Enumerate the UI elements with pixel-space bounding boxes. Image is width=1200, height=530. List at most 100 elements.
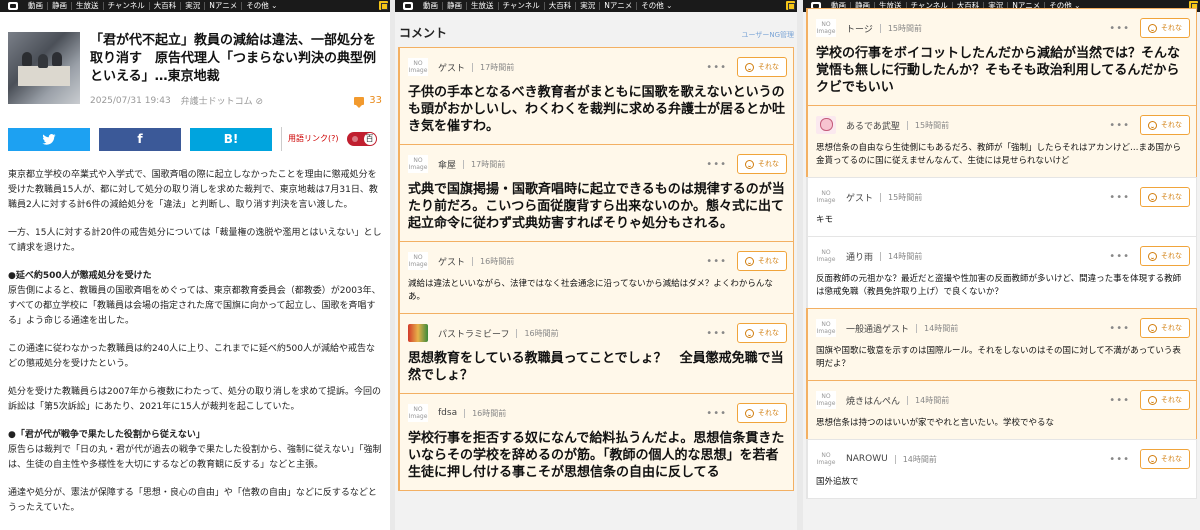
comment-text: 思想信条の自由なら生徒側にもあるだろ、教師が「強制」したらそれはアカンけど…まあ… [816,143,1181,166]
nav-item-seiga[interactable]: 静画 [48,2,72,10]
nav-item-dic[interactable]: 大百科 [150,2,182,10]
comments-panel-continued: 動画 静画 生放送 チャンネル 大百科 実況 Nアニメ その他 ⌄ NO Ima… [803,0,1200,530]
sorena-button[interactable]: それな [1140,115,1190,135]
sorena-button[interactable]: それな [737,403,787,423]
more-options-icon[interactable]: ••• [1109,323,1130,334]
more-options-icon[interactable]: ••• [1109,192,1130,203]
sorena-button[interactable]: それな [737,323,787,343]
comment-divider [464,408,466,418]
nav-item-jikkyo[interactable]: 実況 [576,2,601,10]
smile-icon [745,159,754,169]
user-ng-settings-link[interactable]: ユーザーNG管理 [741,30,794,40]
comment-text: 式典で国旗掲揚・国歌斉唱時に起立できるものは規律するのが当たり前だろ。こいつら面… [408,182,785,231]
sorena-button[interactable]: それな [1140,187,1190,207]
nav-item-jikkyo[interactable]: 実況 [181,2,206,10]
sorena-label: それな [1161,121,1182,129]
nav-item-channel[interactable]: チャンネル [499,2,545,10]
comment-username[interactable]: ゲスト [438,255,465,268]
smile-icon [1148,454,1157,464]
nav-item-channel[interactable]: チャンネル [104,2,150,10]
comment-time: 17時間前 [471,159,506,169]
comment-username[interactable]: NAROWU [846,454,888,464]
comment-text: 減給は違法といいながら、法律ではなく社会通念に沿ってないから減給はダメ？よくわか… [408,279,773,302]
smile-icon [1148,251,1157,261]
user-avatar [816,116,836,134]
sorena-button[interactable]: それな [1140,390,1190,410]
nav-item-dic[interactable]: 大百科 [545,2,577,10]
keyword-link-label[interactable]: 用語リンク(?) [288,134,339,144]
comment-header: NO Image ゲスト 15時間前 ••• それな [816,186,1190,208]
comment-divider [916,323,918,333]
more-options-icon[interactable]: ••• [1109,120,1130,131]
nav-item-video[interactable]: 動画 [419,2,443,10]
share-hatena-button[interactable]: B! [190,127,272,151]
sorena-button[interactable]: それな [1140,246,1190,266]
sorena-button[interactable]: それな [1140,18,1190,38]
comment-card: NO Image 一般通過ゲスト 14時間前 ••• それな 国旗や国歌に敬意を示すのは国… [806,308,1197,381]
sorena-button[interactable]: それな [737,251,787,271]
comment-text: 国外追放で [816,477,859,487]
more-options-icon[interactable]: ••• [706,328,727,339]
sorena-button[interactable]: それな [1140,449,1190,469]
comment-time: 16時間前 [480,256,515,266]
comment-header: NO Image トージ 15時間前 ••• それな [816,17,1190,39]
comment-count-link[interactable]: 33 [354,95,382,108]
comment-username[interactable]: あるであ武聖 [846,119,900,132]
article-source[interactable]: 弁護士ドットコム ⊘ [181,94,263,107]
sorena-button[interactable]: それな [737,57,787,77]
notification-badge-icon[interactable] [786,1,795,10]
article-paragraph: この通達に従わなかった教職員は約240人に上り、これまでに延べ約500人が減給や… [8,344,375,369]
niconico-logo-icon[interactable] [8,2,18,10]
notification-badge-icon[interactable] [379,1,388,10]
comment-text: 思想教育をしている教職員ってことでしょ？ 全員懲戒免職で当然でしょ？ [408,351,784,383]
comment-bubble-icon [354,96,365,108]
comment-header: NO Image ゲスト 17時間前 ••• それな [408,56,787,78]
sorena-label: それな [758,63,779,71]
more-options-icon[interactable]: ••• [1109,23,1130,34]
share-twitter-button[interactable] [8,127,90,151]
more-options-icon[interactable]: ••• [706,62,727,73]
comment-username[interactable]: 焼きはんぺん [846,394,900,407]
nav-item-seiga[interactable]: 静画 [443,2,467,10]
comment-username[interactable]: fdsa [438,408,457,418]
comment-username[interactable]: ゲスト [438,61,465,74]
comment-card: NO Image ゲスト 16時間前 ••• それな 減給は違法といいながら、法律ではなく… [398,241,794,314]
nav-item-video[interactable]: 動画 [24,2,48,10]
nav-item-more[interactable]: その他 ⌄ [637,2,676,10]
more-options-icon[interactable]: ••• [706,159,727,170]
more-options-icon[interactable]: ••• [1109,251,1130,262]
nav-item-live[interactable]: 生放送 [72,2,104,10]
comment-time: 14時間前 [902,454,937,464]
nav-item-anime[interactable]: Nアニメ [205,2,243,10]
niconico-logo-icon[interactable] [403,2,413,10]
more-options-icon[interactable]: ••• [1109,454,1130,465]
article-thumbnail[interactable] [8,32,80,104]
smile-icon [1148,120,1157,130]
keyword-link-toggle[interactable]: 百 [346,132,377,146]
nav-item-more[interactable]: その他 ⌄ [242,2,281,10]
comment-username[interactable]: トージ [846,22,873,35]
share-facebook-button[interactable]: f [99,127,181,151]
comment-card: NO Image トージ 15時間前 ••• それな 学校の行事をボイコットしたんだから減… [806,8,1197,106]
comment-username[interactable]: ゲスト [846,191,873,204]
no-image-avatar: NO Image [408,58,428,76]
sorena-button[interactable]: それな [1140,318,1190,338]
smile-icon [745,62,754,72]
comment-time: 16時間前 [524,328,559,338]
comment-username[interactable]: 一般通過ゲスト [846,322,909,335]
smile-icon [1148,323,1157,333]
nav-item-live[interactable]: 生放送 [467,2,499,10]
comment-username[interactable]: 通り雨 [846,250,873,263]
more-options-icon[interactable]: ••• [1109,395,1130,406]
more-options-icon[interactable]: ••• [706,256,727,267]
comment-username[interactable]: パストラミビーフ [438,327,509,340]
smile-icon [1148,395,1157,405]
sorena-label: それな [758,257,779,265]
more-options-icon[interactable]: ••• [706,408,727,419]
article-paragraph: 処分を受けた教職員らは2007年から複数にわたって、処分の取り消しを求めて提訴。… [8,387,382,412]
nav-item-anime[interactable]: Nアニメ [600,2,638,10]
comment-divider [880,192,882,202]
sorena-label: それな [1161,24,1182,32]
sorena-button[interactable]: それな [737,154,787,174]
comment-username[interactable]: 傘屋 [438,158,456,171]
